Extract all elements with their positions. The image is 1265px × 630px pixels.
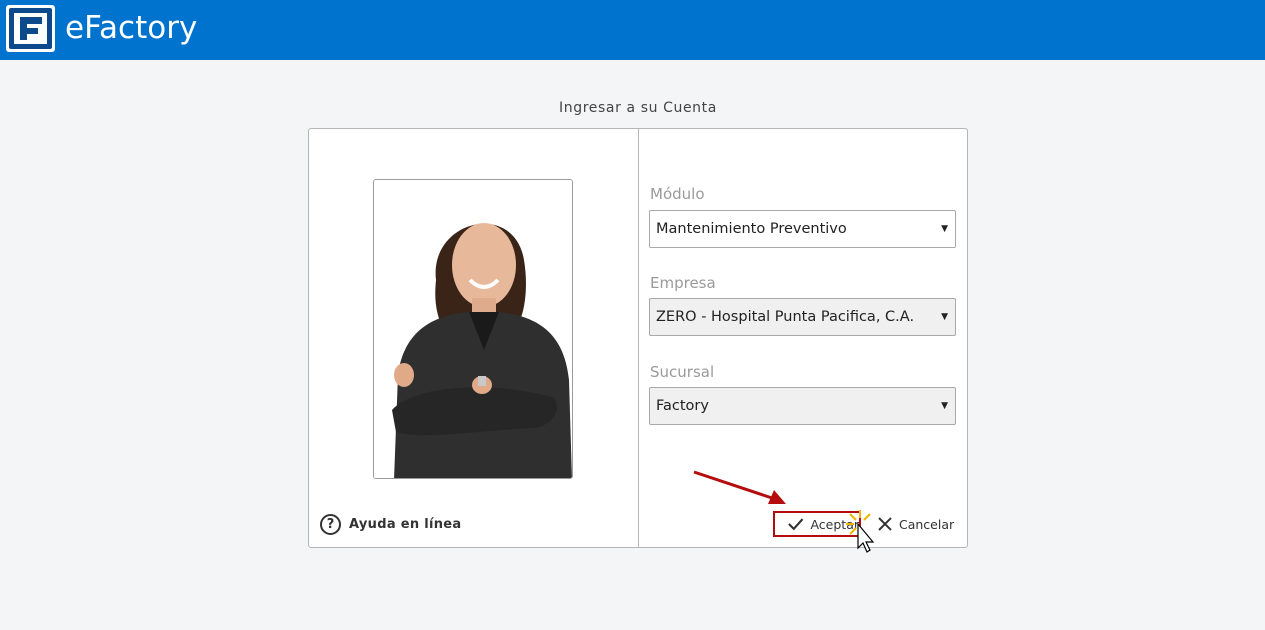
help-link[interactable]: ? Ayuda en línea bbox=[320, 513, 462, 535]
top-bar: eFactory bbox=[0, 0, 1265, 60]
mouse-cursor-icon bbox=[846, 510, 875, 553]
module-select[interactable]: Mantenimiento Preventivo ▼ bbox=[649, 210, 956, 248]
login-panel: ? Ayuda en línea Módulo Mantenimiento Pr… bbox=[308, 128, 968, 548]
close-icon bbox=[878, 517, 892, 531]
annotation-arrow-icon bbox=[693, 470, 786, 504]
user-avatar-photo bbox=[373, 179, 573, 479]
company-select[interactable]: ZERO - Hospital Punta Pacifica, C.A. ▼ bbox=[649, 298, 956, 336]
branch-select[interactable]: Factory ▼ bbox=[649, 387, 956, 425]
help-label: Ayuda en línea bbox=[349, 516, 462, 532]
module-label: Módulo bbox=[650, 185, 705, 203]
app-name: eFactory bbox=[65, 10, 198, 46]
branch-label: Sucursal bbox=[650, 363, 715, 381]
caret-down-icon: ▼ bbox=[941, 312, 948, 322]
panel-divider bbox=[638, 129, 639, 547]
caret-down-icon: ▼ bbox=[941, 224, 948, 234]
checkmark-icon bbox=[788, 518, 804, 531]
efactory-logo-icon[interactable] bbox=[6, 5, 55, 52]
company-value: ZERO - Hospital Punta Pacifica, C.A. bbox=[656, 309, 915, 325]
login-title: Ingresar a su Cuenta bbox=[559, 100, 717, 116]
cancel-label: Cancelar bbox=[899, 516, 955, 532]
caret-down-icon: ▼ bbox=[941, 401, 948, 411]
branch-value: Factory bbox=[656, 398, 709, 414]
module-value: Mantenimiento Preventivo bbox=[656, 221, 847, 237]
question-circle-icon: ? bbox=[320, 513, 341, 535]
cancel-button[interactable]: Cancelar bbox=[877, 511, 954, 537]
company-label: Empresa bbox=[650, 274, 716, 292]
